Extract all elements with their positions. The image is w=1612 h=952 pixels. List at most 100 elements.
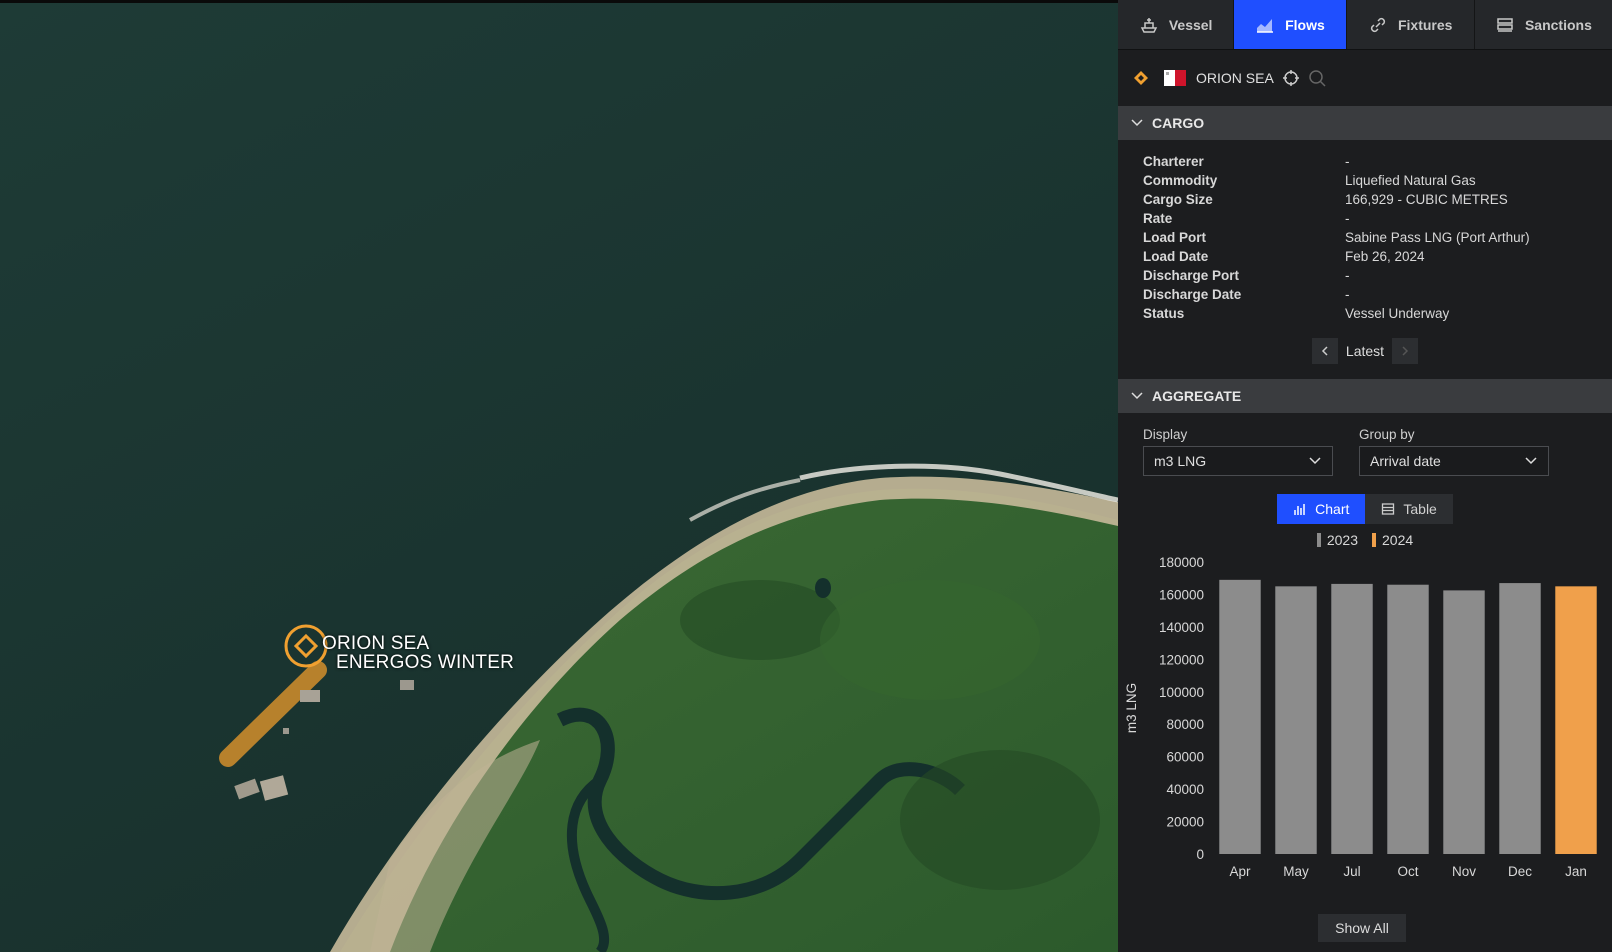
tab-flows[interactable]: Flows: [1234, 0, 1347, 49]
cargo-key: Charterer: [1143, 154, 1204, 169]
show-all-button[interactable]: Show All: [1318, 914, 1406, 942]
aggregate-section-toggle[interactable]: AGGREGATE: [1118, 379, 1612, 413]
y-tick-label: 60000: [1166, 750, 1204, 765]
chevron-down-icon: [1131, 119, 1143, 127]
satellite-map: [0, 0, 1118, 952]
tab-fixtures[interactable]: Fixtures: [1346, 0, 1475, 49]
chevron-down-icon: [1131, 392, 1143, 400]
y-tick-label: 0: [1196, 847, 1204, 862]
bar-chart: 180000 160000 140000 120000 100000 80000 60000…: [1124, 555, 1597, 879]
vessel-header: ORION SEA: [1118, 50, 1612, 106]
map-view[interactable]: ORION SEA ENERGOS WINTER: [0, 0, 1118, 952]
group-by-control: Group by Arrival date: [1359, 427, 1549, 476]
y-axis-label: m3 LNG: [1124, 683, 1139, 733]
vessel-type-icon: [1134, 71, 1148, 85]
cargo-row-commodity: Commodity Liquefied Natural Gas: [1143, 173, 1612, 192]
bar-2023-nov: [1443, 590, 1485, 854]
cargo-value: -: [1345, 287, 1350, 302]
chevron-right-icon: [1402, 346, 1409, 356]
y-tick-label: 80000: [1166, 717, 1204, 732]
bar-2023-dec: [1499, 583, 1541, 854]
y-tick-label: 120000: [1159, 652, 1204, 667]
table-icon: [1382, 503, 1395, 515]
cargo-value: Vessel Underway: [1345, 306, 1450, 321]
x-tick-label: Dec: [1508, 864, 1532, 879]
group-by-select[interactable]: Arrival date: [1359, 446, 1549, 476]
cargo-value: Sabine Pass LNG (Port Arthur): [1345, 230, 1530, 245]
legend-item-2024: 2024: [1372, 532, 1413, 548]
tab-vessel-label: Vessel: [1168, 16, 1213, 33]
locate-icon[interactable]: [1282, 69, 1300, 87]
chart-view-label: Chart: [1315, 501, 1350, 517]
pager-label: Latest: [1345, 343, 1385, 359]
cargo-value: Feb 26, 2024: [1345, 249, 1425, 264]
group-by-select-value: Arrival date: [1370, 453, 1441, 469]
display-select-value: m3 LNG: [1154, 453, 1207, 469]
panel-tabs: Vessel Flows Fixtures Sanctions: [1118, 0, 1612, 50]
chevron-left-icon: [1321, 346, 1328, 356]
display-label: Display: [1143, 427, 1188, 442]
search-icon[interactable]: [1308, 69, 1326, 87]
table-view-label: Table: [1403, 501, 1437, 517]
cargo-key: Discharge Port: [1143, 268, 1240, 283]
cargo-row-discharge-port: Discharge Port -: [1143, 268, 1612, 287]
x-tick-label: Oct: [1397, 864, 1418, 879]
legend-item-2023: 2023: [1316, 532, 1358, 548]
cargo-row-rate: Rate -: [1143, 211, 1612, 230]
cargo-key: Cargo Size: [1143, 192, 1213, 207]
tab-sanctions-label: Sanctions: [1524, 16, 1592, 33]
bar-2023-apr: [1219, 579, 1261, 854]
aggregate-section-title: AGGREGATE: [1152, 388, 1242, 404]
flag-icon: [1164, 70, 1186, 86]
x-tick-label: Nov: [1452, 864, 1476, 879]
x-tick-label: Jul: [1343, 864, 1360, 879]
cargo-key: Load Port: [1143, 230, 1206, 245]
display-control: Display m3 LNG: [1143, 427, 1333, 476]
cargo-section-toggle[interactable]: CARGO: [1118, 106, 1612, 140]
cargo-row-charterer: Charterer -: [1143, 154, 1612, 173]
vessel-map-label-energos-winter[interactable]: ENERGOS WINTER: [336, 652, 514, 674]
x-tick-label: Apr: [1229, 864, 1251, 879]
chevron-down-icon: [1309, 457, 1321, 465]
bar-2023-oct: [1387, 584, 1429, 854]
cargo-key: Commodity: [1143, 173, 1218, 188]
y-tick-label: 40000: [1166, 782, 1204, 797]
chart-view-button[interactable]: Chart: [1277, 494, 1366, 524]
tab-sanctions[interactable]: Sanctions: [1474, 0, 1612, 49]
display-select[interactable]: m3 LNG: [1143, 446, 1333, 476]
y-tick-label: 100000: [1159, 685, 1204, 700]
cargo-row-discharge-date: Discharge Date -: [1143, 287, 1612, 306]
cargo-section-title: CARGO: [1152, 115, 1205, 131]
y-tick-label: 180000: [1159, 555, 1204, 570]
vessel-name: ORION SEA: [1196, 70, 1274, 86]
cargo-value: Liquefied Natural Gas: [1345, 173, 1476, 188]
cargo-pager: Latest: [1118, 331, 1612, 371]
aggregate-controls: Display m3 LNG Group by Arrival date: [1118, 413, 1612, 476]
cargo-value: -: [1345, 211, 1350, 226]
prev-button[interactable]: [1311, 338, 1338, 364]
link-icon: [1370, 17, 1386, 32]
tab-flows-label: Flows: [1285, 16, 1325, 33]
bar-2023-jul: [1331, 583, 1373, 854]
cargo-row-status: Status Vessel Underway: [1143, 306, 1612, 325]
area-chart-icon: [1257, 18, 1274, 33]
legend-swatch: [1372, 533, 1376, 547]
cargo-row-load-date: Load Date Feb 26, 2024: [1143, 249, 1612, 268]
tab-vessel[interactable]: Vessel: [1118, 0, 1235, 49]
bar-chart-icon: [1294, 504, 1305, 515]
chevron-down-icon: [1525, 457, 1537, 465]
bar-2024-jan: [1555, 586, 1597, 854]
aggregate-chart: 180000 160000 140000 120000 100000 80000 60000…: [1118, 548, 1612, 896]
legend-label: 2024: [1382, 532, 1414, 548]
y-tick-label: 20000: [1166, 815, 1204, 830]
cargo-key: Rate: [1143, 211, 1173, 226]
cargo-row-cargo-size: Cargo Size 166,929 - CUBIC METRES: [1143, 192, 1612, 211]
group-by-label: Group by: [1359, 427, 1415, 442]
next-button[interactable]: [1392, 338, 1419, 364]
cargo-value: 166,929 - CUBIC METRES: [1345, 192, 1508, 207]
legend-swatch: [1316, 533, 1321, 547]
table-view-button[interactable]: Table: [1365, 494, 1453, 524]
tab-fixtures-label: Fixtures: [1397, 16, 1453, 33]
list-icon: [1497, 17, 1513, 32]
cargo-key: Load Date: [1143, 249, 1209, 264]
